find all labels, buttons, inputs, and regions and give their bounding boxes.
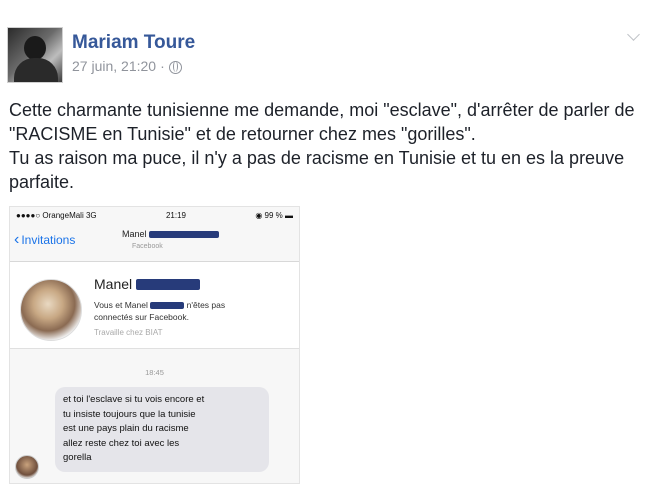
profile-name: Manel xyxy=(94,276,201,292)
post-meta: 27 juin, 21:20 · xyxy=(72,58,182,74)
profile-text-a: Vous et Manel xyxy=(94,300,148,310)
author-avatar[interactable] xyxy=(7,27,63,83)
author-name-link[interactable]: Mariam Toure xyxy=(72,32,195,54)
back-label: Invitations xyxy=(21,233,76,247)
attached-screenshot[interactable]: ●●●●○ OrangeMali 3G 21:19 ◉ 99 % ▬ ‹ Inv… xyxy=(9,206,300,484)
status-carrier: ●●●●○ OrangeMali 3G xyxy=(16,210,97,220)
post-timestamp[interactable]: 27 juin, 21:20 xyxy=(72,58,156,74)
meta-separator: · xyxy=(160,58,165,74)
sender-avatar xyxy=(15,455,39,479)
message-bubble: et toi l'esclave si tu vois encore et tu… xyxy=(55,387,269,472)
redaction-bar xyxy=(136,278,201,290)
chat-title-name: Manel xyxy=(122,229,147,239)
status-time: 21:19 xyxy=(165,210,186,220)
profile-connection-text: Vous et Manel n'êtes pas connectés sur F… xyxy=(94,299,259,323)
messenger-nav-bar: ‹ Invitations Manel Facebook xyxy=(10,223,299,262)
chat-subtitle: Facebook xyxy=(132,243,163,250)
post-text-line-2: Tu as raison ma puce, il n'y a pas de ra… xyxy=(9,148,625,192)
back-button: ‹ Invitations xyxy=(14,231,76,248)
profile-card: Manel Vous et Manel n'êtes pas connectés… xyxy=(10,262,299,349)
phone-status-bar: ●●●●○ OrangeMali 3G 21:19 ◉ 99 % ▬ xyxy=(10,207,299,223)
redaction-bar xyxy=(150,302,185,310)
status-battery: ◉ 99 % ▬ xyxy=(255,210,293,220)
profile-photo xyxy=(20,279,82,341)
chevron-left-icon: ‹ xyxy=(14,231,20,248)
avatar-head-shape xyxy=(24,36,46,60)
chat-title: Manel xyxy=(122,229,220,239)
globe-icon[interactable] xyxy=(168,60,182,74)
message-time: 18:45 xyxy=(145,368,164,377)
redaction-bar xyxy=(149,231,220,239)
profile-name-text: Manel xyxy=(94,276,133,292)
profile-work: Travaille chez BIAT xyxy=(94,328,163,337)
avatar-body-shape xyxy=(14,58,58,82)
post-text-line-1: Cette charmante tunisienne me demande, m… xyxy=(9,100,635,144)
post-text: Cette charmante tunisienne me demande, m… xyxy=(9,98,639,194)
chevron-down-icon[interactable] xyxy=(627,28,640,41)
